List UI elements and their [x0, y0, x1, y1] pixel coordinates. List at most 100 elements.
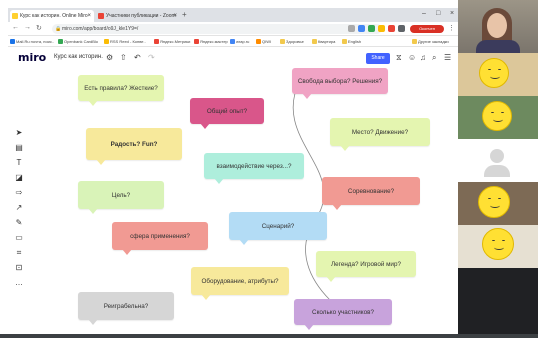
select-tool-icon[interactable]: ➤	[14, 128, 24, 138]
participant-video-tile[interactable]	[458, 225, 538, 268]
miro-header: miro Курс как историн. ⚙ ⇧ ↶ ↷ Share ⧖ ☺…	[8, 47, 458, 71]
note-text: Легенда? Игровой мир?	[331, 260, 401, 268]
bookmark-item[interactable]: wrap.ru	[230, 37, 249, 46]
upload-icon[interactable]: ⇧	[120, 53, 127, 62]
sticky-note[interactable]: Свобода выбора? Решения?	[292, 68, 388, 99]
pen-tool-icon[interactable]: ✎	[14, 218, 24, 228]
text-tool-icon[interactable]: T	[14, 158, 24, 168]
zoom-favicon-icon	[98, 13, 104, 19]
extension-icon[interactable]	[398, 25, 405, 32]
address-bar-row: ← → ↻ 🔒 miro.com/app/board/o9J_kle1Y9=/ …	[8, 22, 458, 36]
board-name[interactable]: Курс как историн.	[54, 54, 103, 60]
connector-tool-icon[interactable]: ↗	[14, 203, 24, 213]
participant-video-tile[interactable]	[458, 139, 538, 182]
note-text: взаимодействие через...?	[216, 162, 292, 170]
bookmark-item[interactable]: Яндекс.Метрики	[154, 37, 190, 46]
sticky-note-tool-icon[interactable]: ◪	[14, 173, 24, 183]
new-tab-icon[interactable]: +	[182, 10, 187, 19]
participant-video-tile[interactable]	[458, 0, 538, 53]
sticky-note[interactable]: сфера применения?	[112, 222, 208, 255]
sticky-note[interactable]: Сценарий?	[229, 212, 327, 245]
extension-icon[interactable]	[358, 25, 365, 32]
undo-icon[interactable]: ↶	[134, 53, 141, 62]
close-icon[interactable]: ×	[87, 10, 91, 22]
smiley-face-icon	[479, 58, 509, 88]
settings-icon[interactable]: ⚙	[106, 53, 113, 62]
note-tail	[326, 276, 336, 282]
template-tool-icon[interactable]: ▤	[14, 143, 24, 153]
miro-logo[interactable]: miro	[18, 51, 46, 64]
board-menu-icon[interactable]: ☰	[444, 53, 451, 62]
bookmark-item[interactable]: QIWI	[256, 37, 271, 46]
url-field[interactable]: 🔒 miro.com/app/board/o9J_kle1Y9=/	[52, 24, 382, 34]
bookmark-icon	[10, 39, 15, 44]
screen: Курс как историн. Online Miro × Участник…	[0, 0, 538, 338]
sticky-note[interactable]: Есть правила? Жесткие?	[78, 75, 164, 106]
avatar-icon	[490, 149, 504, 163]
bookmark-item[interactable]: Mail.Ru почта, поис..	[10, 37, 54, 46]
bell-icon[interactable]: ♫	[420, 53, 426, 62]
note-tail	[122, 249, 132, 255]
emoji-icon[interactable]: ☺	[408, 53, 416, 62]
smiley-face-icon	[482, 101, 512, 131]
star-icon[interactable]	[348, 25, 355, 32]
close-window-icon[interactable]: ×	[450, 10, 454, 17]
bookmark-item[interactable]: Openbank CardBlo	[58, 37, 98, 46]
bookmark-item[interactable]: Другие закладки	[412, 37, 449, 46]
bookmark-item[interactable]: English	[342, 37, 361, 46]
more-tools-icon[interactable]: …	[14, 278, 24, 288]
sticky-note[interactable]: Место? Движение?	[330, 118, 430, 151]
shape-tool-icon[interactable]: ⇨	[14, 188, 24, 198]
upload-tool-icon[interactable]: ⊡	[14, 263, 24, 273]
sticky-note[interactable]: Цель?	[78, 181, 164, 214]
url-text: miro.com/app/board/o9J_kle1Y9=/	[62, 26, 139, 32]
menu-icon[interactable]: ⋮	[448, 24, 455, 32]
tab-zoom[interactable]: Участники публикации - Zoom ×	[96, 10, 180, 22]
participant-video-tile[interactable]	[458, 96, 538, 139]
sticky-note[interactable]: Реиграбельна?	[78, 292, 174, 325]
note-text: Оборудование, атрибуты?	[201, 277, 279, 285]
participant-video-tile[interactable]	[458, 53, 538, 96]
sticky-note[interactable]: Оборудование, атрибуты?	[191, 267, 289, 300]
search-icon[interactable]: ⌕	[432, 53, 436, 63]
sticky-note[interactable]: Общий опыт?	[190, 98, 264, 129]
note-text: Место? Движение?	[351, 128, 409, 136]
note-text: Радость? Fun?	[110, 140, 158, 148]
reload-icon[interactable]: ↻	[36, 24, 42, 32]
note-tail	[332, 204, 342, 210]
note-tail	[200, 123, 210, 129]
redo-icon[interactable]: ↷	[148, 53, 155, 62]
bookmark-item[interactable]: RSS Reed - Конве..	[104, 37, 146, 46]
back-icon[interactable]: ←	[12, 24, 19, 31]
extension-icon[interactable]	[378, 25, 385, 32]
sticky-note[interactable]: Легенда? Игровой мир?	[316, 251, 416, 282]
avatar-body	[484, 165, 510, 177]
participant-video-tile[interactable]	[458, 182, 538, 225]
sticky-note[interactable]: Сколько участников?	[294, 299, 392, 330]
comment-tool-icon[interactable]: ▭	[14, 233, 24, 243]
timer-icon[interactable]: ⧖	[396, 53, 402, 63]
profile-button[interactable]: Окончен	[410, 25, 444, 33]
forward-icon[interactable]: →	[24, 24, 31, 31]
extension-icon[interactable]	[368, 25, 375, 32]
share-button[interactable]: Share	[366, 53, 390, 64]
smiley-face-icon	[478, 186, 510, 218]
bookmark-item[interactable]: Яндекс.мастер	[194, 37, 228, 46]
note-tail	[302, 93, 312, 99]
participant-face	[487, 13, 507, 38]
participant-shoulders	[476, 40, 520, 53]
folder-icon	[312, 39, 317, 44]
tab-miro[interactable]: Курс как историн. Online Miro ×	[10, 10, 94, 22]
bookmark-item[interactable]: Здоровье	[280, 37, 304, 46]
close-icon[interactable]: ×	[173, 10, 177, 22]
sticky-note[interactable]: Соревнование?	[322, 177, 420, 210]
note-text: Соревнование?	[347, 187, 395, 195]
minimize-icon[interactable]: –	[422, 10, 426, 17]
sticky-note[interactable]: взаимодействие через...?	[204, 153, 304, 184]
extension-icon[interactable]	[388, 25, 395, 32]
frame-tool-icon[interactable]: ⌗	[14, 248, 24, 258]
maximize-icon[interactable]: □	[436, 10, 440, 17]
sticky-note[interactable]: Радость? Fun?	[86, 128, 182, 165]
bookmark-item[interactable]: Квартира	[312, 37, 335, 46]
bookmarks-bar: Mail.Ru почта, поис.. Openbank CardBlo R…	[8, 36, 458, 47]
